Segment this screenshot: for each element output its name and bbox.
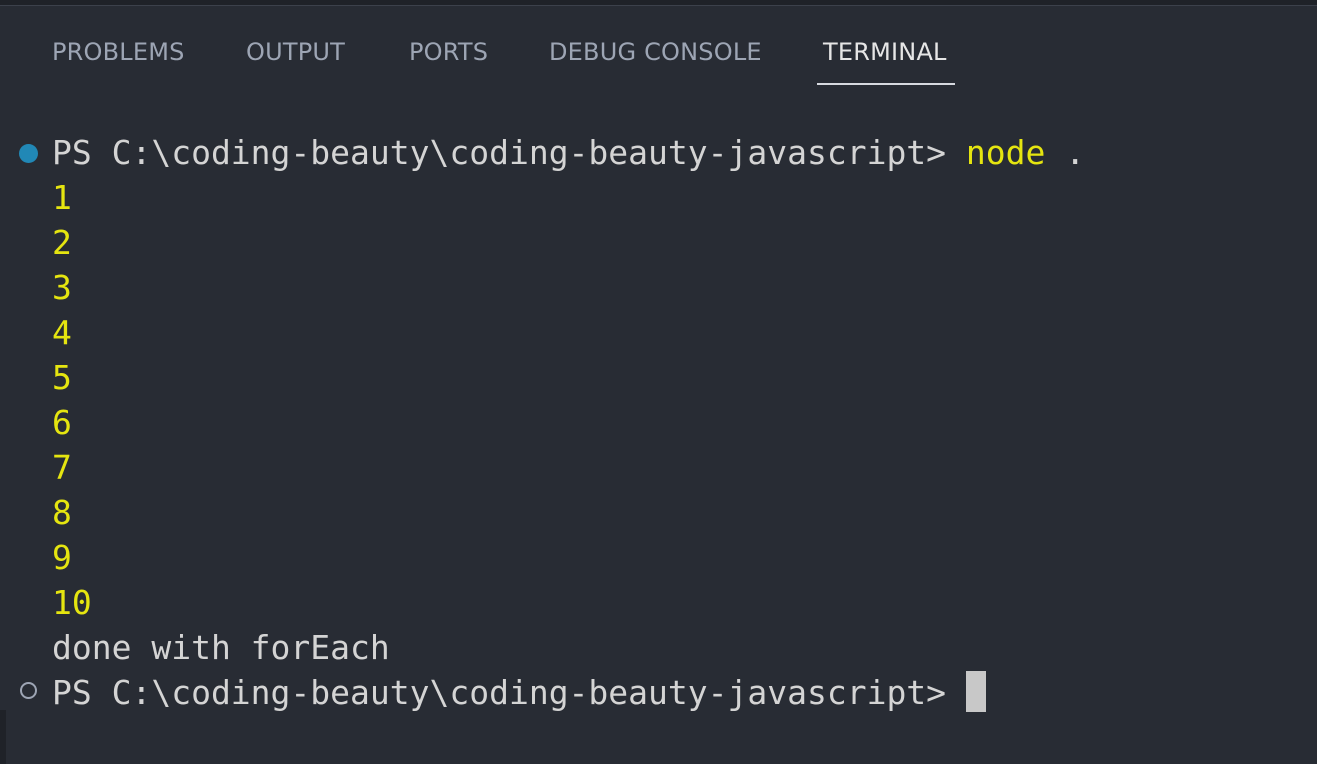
prompt-text: PS C:\coding-beauty\coding-beauty-javasc…: [52, 133, 966, 172]
circle-outline-icon[interactable]: [20, 682, 37, 699]
output-line: 8: [52, 493, 72, 532]
output-line: 6: [52, 403, 72, 442]
tab-terminal[interactable]: TERMINAL: [823, 36, 947, 68]
final-prompt-text: PS C:\coding-beauty\coding-beauty-javasc…: [52, 673, 966, 712]
output-line: 3: [52, 268, 72, 307]
panel-left-edge: [0, 710, 6, 764]
output-line: 5: [52, 358, 72, 397]
command-line: PS C:\coding-beauty\coding-beauty-javasc…: [52, 130, 1085, 175]
output-line: 10: [52, 583, 92, 622]
output-line: 9: [52, 538, 72, 577]
output-line: 2: [52, 223, 72, 262]
output-line: 4: [52, 313, 72, 352]
terminal-output[interactable]: PS C:\coding-beauty\coding-beauty-javasc…: [0, 130, 1317, 712]
tab-problems[interactable]: PROBLEMS: [52, 36, 185, 68]
output-line-done: done with forEach: [52, 628, 390, 667]
active-tab-indicator: [817, 83, 955, 85]
output-line: 7: [52, 448, 72, 487]
terminal-panel: PROBLEMS OUTPUT PORTS DEBUG CONSOLE TERM…: [0, 0, 1317, 764]
tab-output[interactable]: OUTPUT: [246, 36, 345, 68]
tab-debug-console[interactable]: DEBUG CONSOLE: [549, 36, 762, 68]
output-line: 1: [52, 178, 72, 217]
tab-ports[interactable]: PORTS: [409, 36, 488, 68]
command-arg-text: .: [1045, 133, 1086, 172]
command-text: node: [965, 133, 1046, 172]
circle-filled-icon[interactable]: [19, 144, 38, 163]
final-prompt-line: PS C:\coding-beauty\coding-beauty-javasc…: [52, 670, 986, 715]
panel-tab-bar: PROBLEMS OUTPUT PORTS DEBUG CONSOLE TERM…: [0, 6, 1317, 86]
terminal-cursor: [965, 671, 986, 712]
